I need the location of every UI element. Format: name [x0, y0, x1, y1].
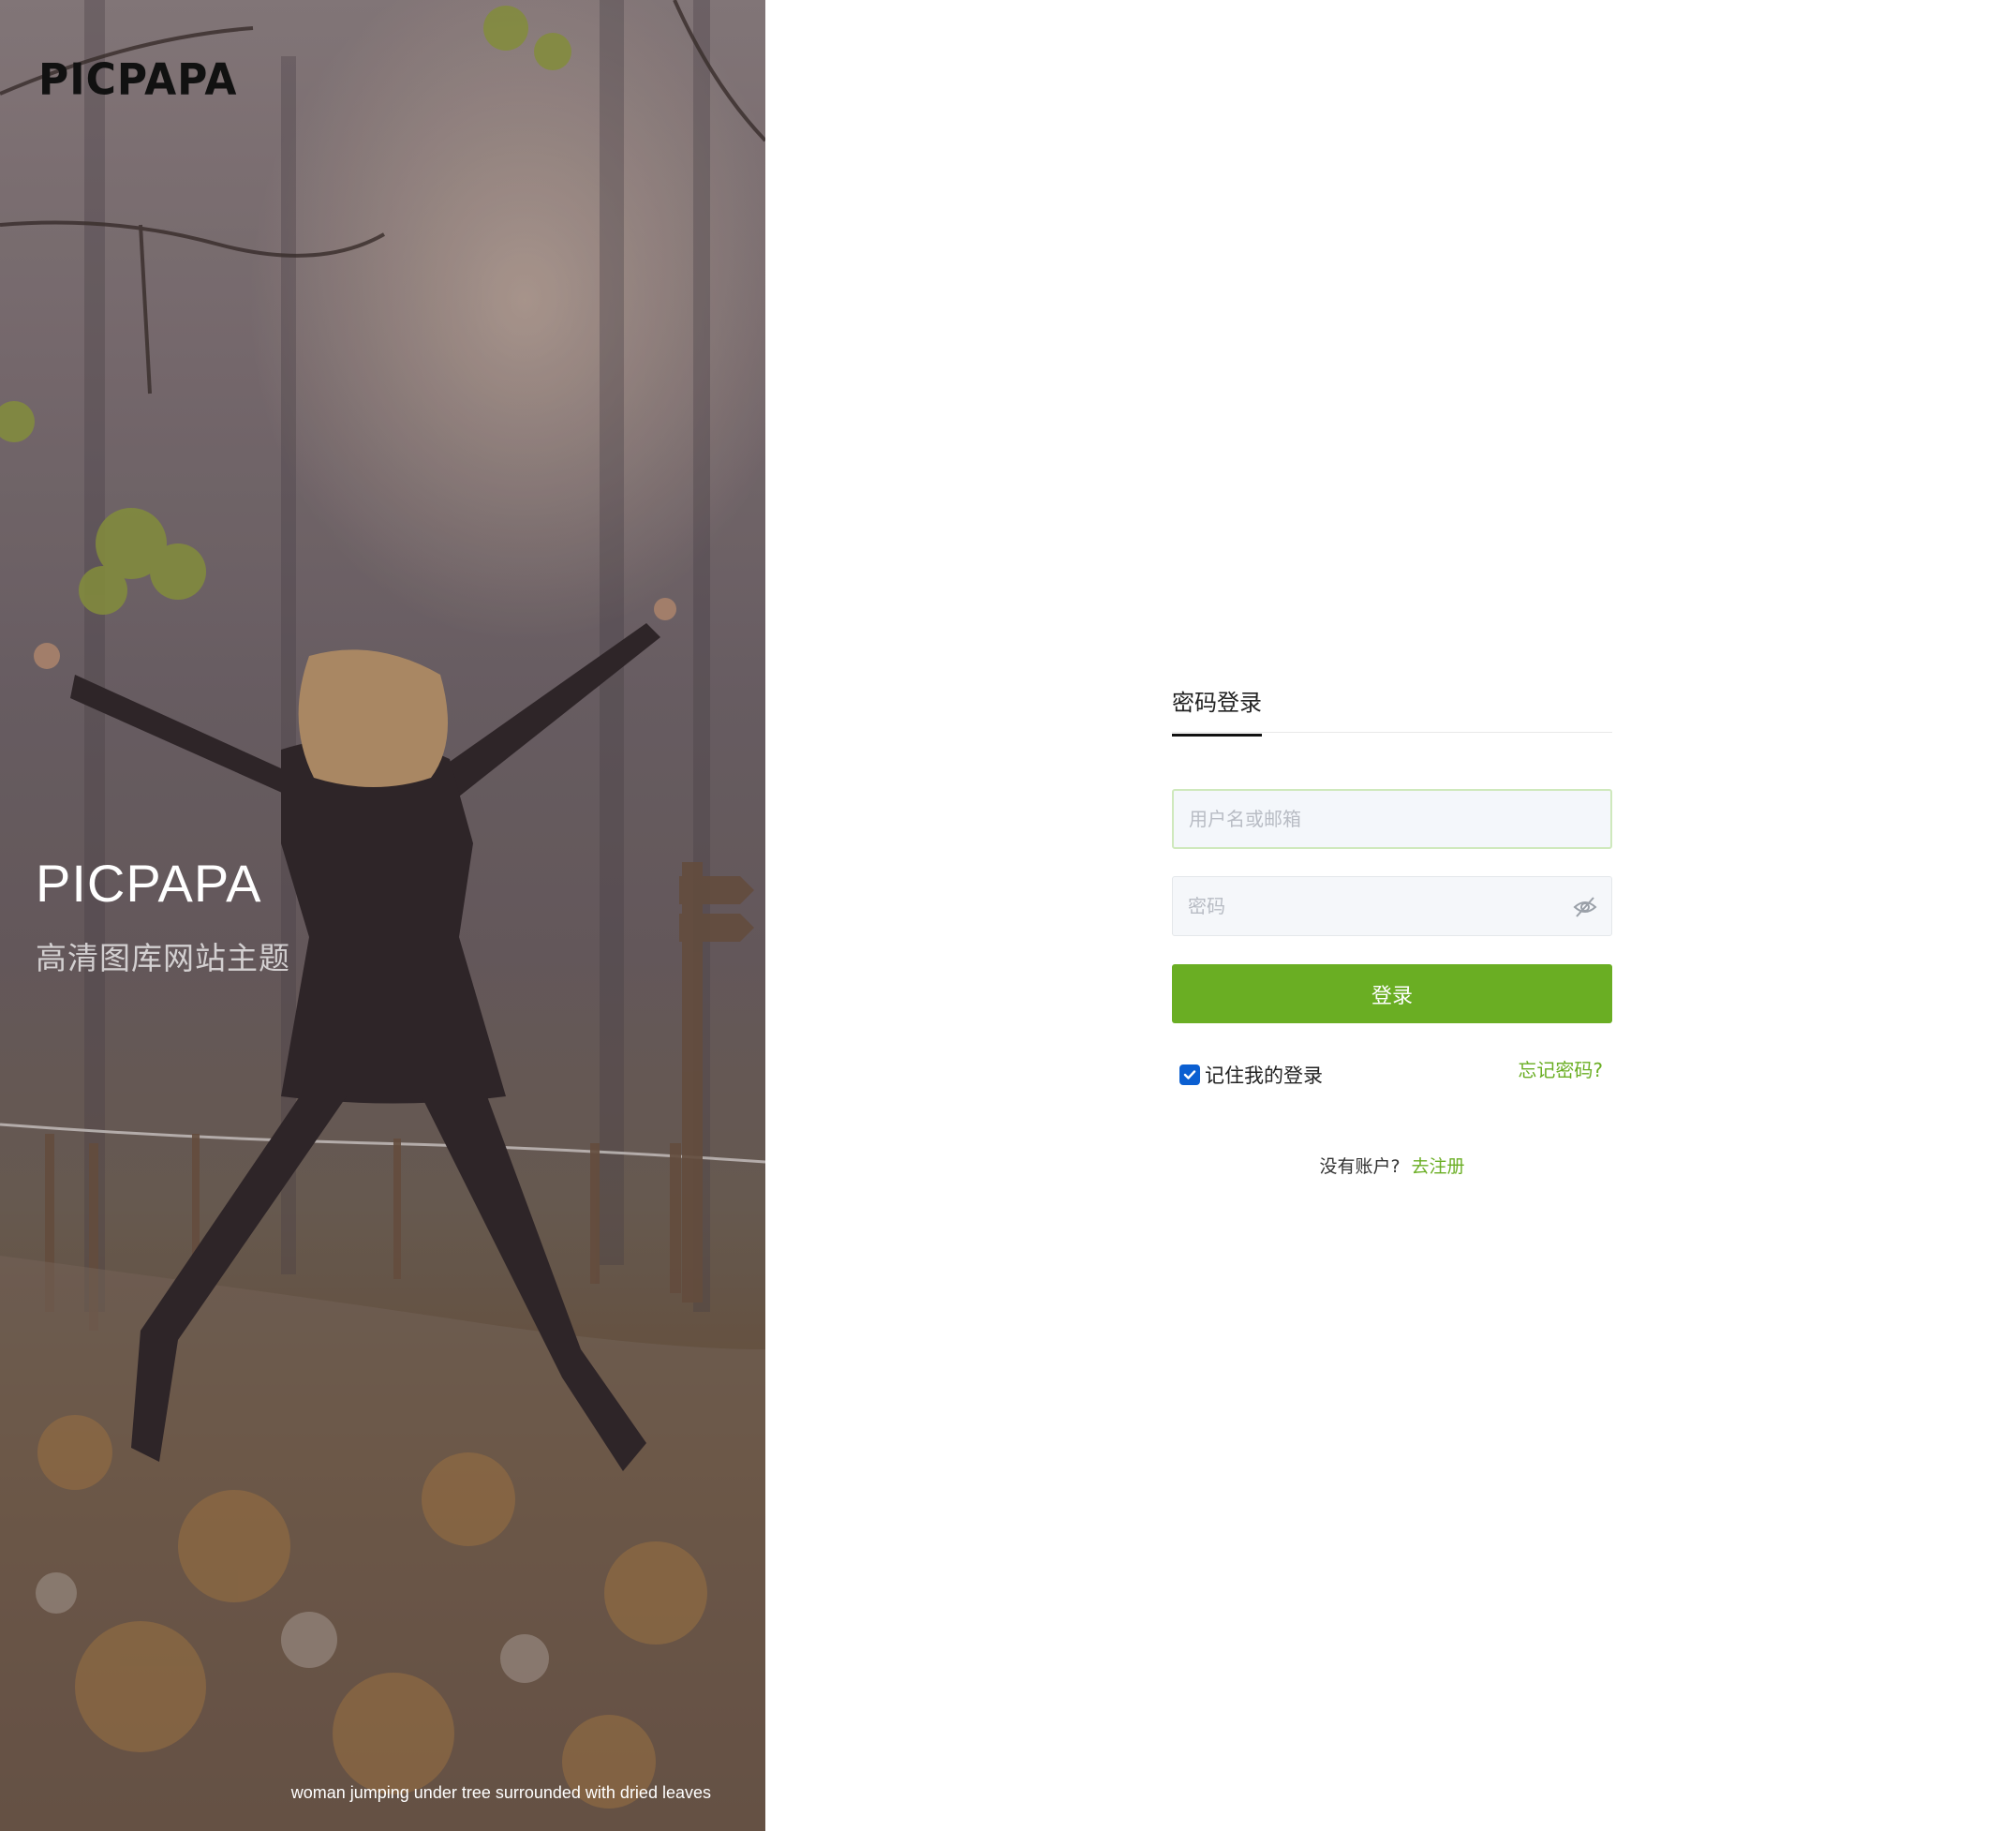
logo[interactable]: PICPAPA — [38, 55, 237, 106]
checkmark-icon[interactable] — [1179, 1064, 1200, 1085]
hero-overlay — [0, 0, 765, 1831]
photo-caption[interactable]: woman jumping under tree surrounded with… — [291, 1783, 711, 1803]
signup-link[interactable]: 去注册 — [1412, 1156, 1465, 1177]
username-input[interactable] — [1174, 791, 1610, 847]
eye-off-icon[interactable] — [1572, 894, 1598, 920]
login-form: 密码登录 登录 记住我的登录 忘记密码? 没有账户? 去注册 — [1172, 675, 1612, 1177]
password-input[interactable] — [1173, 877, 1611, 935]
signup-row: 没有账户? 去注册 — [1172, 1153, 1612, 1178]
login-tabs: 密码登录 — [1172, 675, 1612, 737]
login-button[interactable]: 登录 — [1172, 964, 1612, 1023]
no-account-text: 没有账户? — [1319, 1156, 1401, 1177]
username-field[interactable] — [1172, 789, 1612, 849]
tab-password-login[interactable]: 密码登录 — [1172, 684, 1262, 737]
password-field[interactable] — [1172, 876, 1612, 936]
remember-me-checkbox[interactable]: 记住我的登录 — [1179, 1061, 1323, 1089]
remember-me-label: 记住我的登录 — [1205, 1064, 1323, 1087]
hero-panel: PICPAPA PICPAPA 高清图库网站主题 woman jumping u… — [0, 0, 765, 1831]
hero-subtitle: 高清图库网站主题 — [36, 940, 290, 976]
forgot-password-link[interactable]: 忘记密码? — [1518, 1055, 1603, 1082]
hero-title: PICPAPA — [36, 854, 262, 913]
